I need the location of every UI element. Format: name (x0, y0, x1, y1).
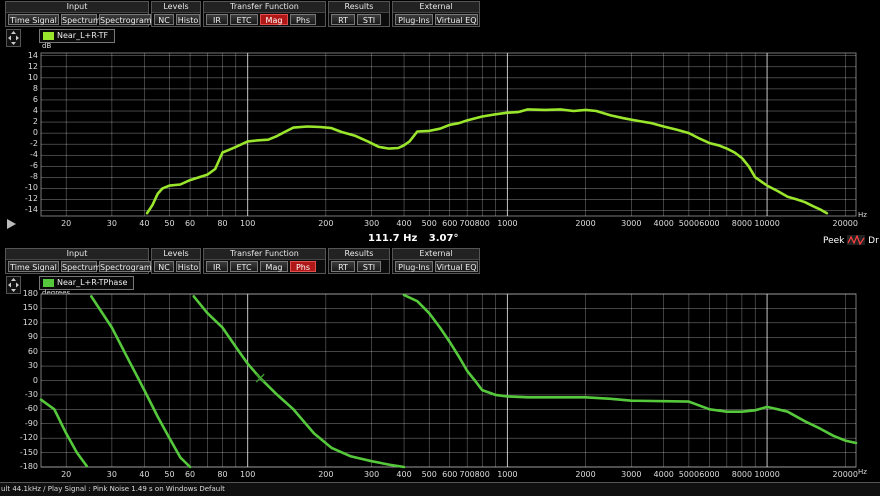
phase-pane: Input Time Signal Spectrum Spectrogram Level… (0, 247, 880, 482)
phase-chart[interactable] (0, 247, 880, 482)
cursor-readout: 111.7 Hz 3.07° (368, 233, 466, 244)
peek-control[interactable]: Peek Dr (823, 235, 879, 246)
peek-wave-icon (847, 235, 866, 245)
plot-frame (40, 52, 857, 217)
peek-label: Peek (823, 236, 845, 246)
status-bar: ult 44.1kHz / Play Signal : Pink Noise 1… (0, 482, 880, 496)
peek-trail: Dr (868, 236, 879, 246)
play-icon[interactable] (7, 219, 16, 229)
readout-frequency: 111.7 Hz (368, 233, 418, 244)
magnitude-pane: Input Time Signal Spectrum Spectrogram Level… (0, 0, 880, 246)
magnitude-chart[interactable] (0, 0, 880, 246)
readout-value: 3.07° (428, 233, 459, 244)
